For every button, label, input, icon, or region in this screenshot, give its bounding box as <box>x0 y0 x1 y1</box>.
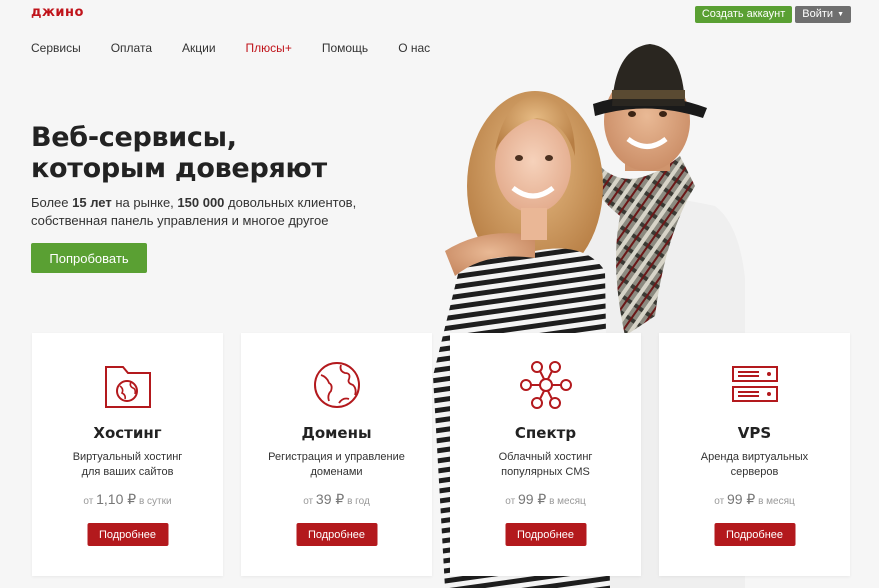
hero-subtitle-line2: собственная панель управления и многое д… <box>31 213 329 228</box>
card-description-line: Виртуальный хостинг <box>72 451 183 463</box>
card-description-line: серверов <box>730 466 779 478</box>
sub-text: на рынке, <box>111 195 178 210</box>
main-nav: Сервисы Оплата Акции Плюсы+ Помощь О нас <box>31 41 460 55</box>
price-prefix: от <box>303 496 314 507</box>
hosting-more-button[interactable]: Подробнее <box>87 523 168 546</box>
network-nodes-icon <box>519 361 572 409</box>
card-title: Спектр <box>514 424 577 442</box>
price-amount: 1,10 ₽ <box>96 491 137 507</box>
clients-stat: 150 000 <box>177 195 225 210</box>
service-card-spektr: Спектр Облачный хостинг популярных CMS о… <box>450 333 641 576</box>
card-description-line: для ваших сайтов <box>81 466 174 478</box>
hero-title: Веб-сервисы, которым доверяют <box>31 122 327 184</box>
card-description-line: доменами <box>310 466 363 478</box>
plus-icon: + <box>284 41 292 55</box>
nav-item-help[interactable]: Помощь <box>322 41 368 55</box>
folder-globe-icon <box>104 366 151 408</box>
card-price: от 99 ₽ в месяц <box>659 491 850 508</box>
try-button[interactable]: Попробовать <box>31 243 147 273</box>
card-description-line: Облачный хостинг <box>498 451 593 463</box>
caret-down-icon: ▼ <box>837 11 844 18</box>
price-prefix: от <box>505 496 516 507</box>
card-price: от 99 ₽ в месяц <box>450 491 641 508</box>
spektr-more-button[interactable]: Подробнее <box>505 523 586 546</box>
account-actions: Создать аккаунт Войти ▼ <box>694 6 851 23</box>
card-description: Облачный хостинг популярных CMS <box>464 450 627 480</box>
logo[interactable]: джино <box>31 5 84 20</box>
card-description-line: Аренда виртуальных <box>700 451 809 463</box>
card-title: VPS <box>737 424 772 442</box>
nav-item-services[interactable]: Сервисы <box>31 41 81 55</box>
nav-item-plus[interactable]: Плюсы+ <box>246 41 292 55</box>
create-account-button[interactable]: Создать аккаунт <box>694 6 793 23</box>
price-period: в сутки <box>138 496 172 507</box>
price-period: в месяц <box>549 496 586 507</box>
server-rack-icon <box>731 366 778 402</box>
card-description-line: популярных CMS <box>501 466 590 478</box>
card-price: от 39 ₽ в год <box>241 491 432 508</box>
hero-title-line2: которым доверяют <box>31 153 327 184</box>
price-amount: 99 ₽ <box>726 491 756 507</box>
domains-more-button[interactable]: Подробнее <box>296 523 377 546</box>
hero-subtitle-line1: Более 15 лет на рынке, 150 000 довольных… <box>31 194 391 212</box>
years-stat: 15 лет <box>72 195 112 210</box>
card-title: Хостинг <box>93 424 162 442</box>
sub-text: Более <box>31 195 73 210</box>
nav-item-payment[interactable]: Оплата <box>111 41 152 55</box>
login-button[interactable]: Войти ▼ <box>795 6 851 23</box>
card-description-line: Регистрация и управление <box>268 451 405 463</box>
price-amount: 39 ₽ <box>315 491 345 507</box>
hero-subtitle: Более 15 лет на рынке, 150 000 довольных… <box>31 194 391 230</box>
hero-title-line1: Веб-сервисы, <box>31 122 237 153</box>
card-price: от 1,10 ₽ в сутки <box>32 491 223 508</box>
nav-plus-label: Плюсы <box>245 41 285 55</box>
vps-more-button[interactable]: Подробнее <box>714 523 795 546</box>
card-title: Домены <box>301 424 372 442</box>
login-label: Войти <box>802 8 834 20</box>
price-prefix: от <box>714 496 725 507</box>
service-card-domains: Домены Регистрация и управление доменами… <box>241 333 432 576</box>
globe-icon <box>313 362 360 408</box>
sub-text: довольных клиентов, <box>224 195 357 210</box>
card-description: Регистрация и управление доменами <box>255 450 418 480</box>
nav-item-promotions[interactable]: Акции <box>182 41 216 55</box>
price-period: в месяц <box>758 496 795 507</box>
service-card-vps: VPS Аренда виртуальных серверов от 99 ₽ … <box>659 333 850 576</box>
price-amount: 99 ₽ <box>517 491 547 507</box>
card-description: Виртуальный хостинг для ваших сайтов <box>46 450 209 480</box>
service-card-hosting: Хостинг Виртуальный хостинг для ваших са… <box>32 333 223 576</box>
price-prefix: от <box>83 496 94 507</box>
price-period: в год <box>347 496 370 507</box>
card-description: Аренда виртуальных серверов <box>673 450 836 480</box>
